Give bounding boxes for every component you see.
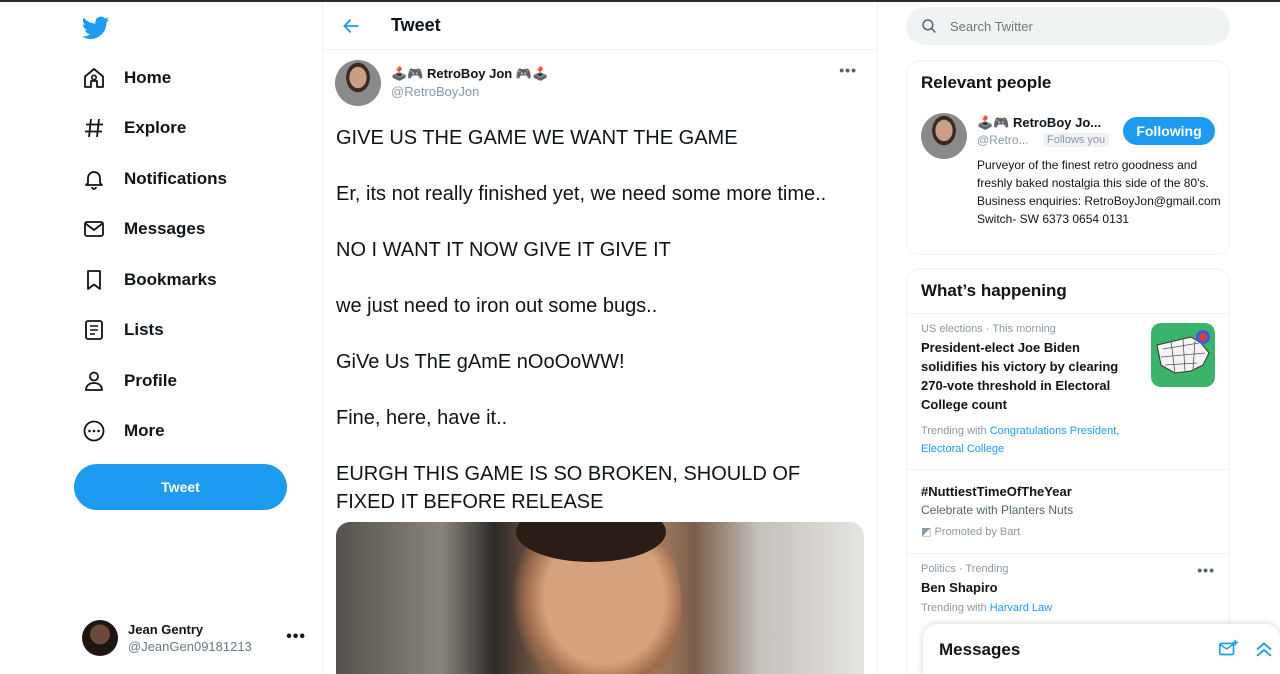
trend-title: Ben Shapiro bbox=[921, 580, 998, 595]
account-more-icon[interactable]: ••• bbox=[286, 628, 306, 646]
nav-more[interactable]: More bbox=[78, 409, 165, 453]
tweet-button[interactable]: Tweet bbox=[74, 464, 287, 510]
search-bar[interactable] bbox=[906, 7, 1230, 45]
account-switcher[interactable]: Jean Gentry @JeanGen09181213 ••• bbox=[82, 616, 312, 660]
messages-dock[interactable]: Messages bbox=[923, 624, 1280, 674]
nav-profile-label: Profile bbox=[124, 371, 177, 390]
trend-trending-with: Trending with Congratulations President,… bbox=[921, 422, 1151, 458]
follows-you-badge: Follows you bbox=[1043, 133, 1110, 147]
trend-title: President-elect Joe Biden solidifies his… bbox=[921, 340, 1119, 412]
home-icon bbox=[78, 62, 110, 94]
trend-item[interactable]: #NuttiestTimeOfTheYear Celebrate with Pl… bbox=[907, 469, 1229, 553]
author-name[interactable]: 🕹️🎮 RetroBoy Jon 🎮🕹️ bbox=[391, 65, 548, 83]
promoted-label: ◩ Promoted by Bart bbox=[921, 523, 1215, 541]
nav-bookmarks[interactable]: Bookmarks bbox=[78, 258, 217, 302]
tweet-detail-column: Tweet 🕹️🎮 RetroBoy Jon 🎮🕹️ @RetroBoyJon … bbox=[322, 2, 878, 674]
nav-home[interactable]: Home bbox=[78, 56, 171, 100]
messages-dock-title: Messages bbox=[939, 640, 1021, 659]
nav-notifications-label: Notifications bbox=[124, 169, 227, 188]
back-arrow-icon[interactable] bbox=[341, 16, 361, 36]
trending-links[interactable]: Harvard Law bbox=[990, 602, 1052, 614]
nav-bookmarks-label: Bookmarks bbox=[124, 270, 217, 289]
tweet-more-icon[interactable]: ••• bbox=[839, 62, 857, 78]
promoted-icon: ◩ bbox=[921, 526, 935, 538]
nav-profile[interactable]: Profile bbox=[78, 359, 177, 403]
nav-notifications[interactable]: Notifications bbox=[78, 157, 227, 201]
trend-more-icon[interactable]: ••• bbox=[1197, 562, 1215, 578]
author-handle[interactable]: @RetroBoyJon bbox=[391, 83, 548, 101]
relevant-person-bio: Purveyor of the finest retro goodness an… bbox=[977, 158, 1221, 226]
person-icon bbox=[78, 365, 110, 397]
trend-trending-with: Trending with Harvard Law bbox=[921, 599, 1215, 617]
left-navigation: Home Explore Notifications Messages Book… bbox=[0, 2, 322, 674]
new-message-icon[interactable] bbox=[1217, 638, 1239, 660]
relevant-person-name[interactable]: 🕹️🎮 RetroBoy Jo... bbox=[977, 115, 1101, 131]
hashtag-icon bbox=[78, 112, 110, 144]
tweet-line: GIVE US THE GAME WE WANT THE GAME bbox=[336, 127, 738, 149]
promoted-text: Promoted by Bart bbox=[934, 526, 1021, 538]
avatar bbox=[82, 620, 118, 656]
relevant-people-card: Relevant people 🕹️🎮 RetroBoy Jo... @Retr… bbox=[906, 60, 1230, 255]
tweet-line: NO I WANT IT NOW GIVE IT GIVE IT bbox=[336, 239, 671, 261]
search-icon bbox=[920, 17, 938, 35]
nav-home-label: Home bbox=[124, 68, 172, 87]
trending-prefix: Trending with bbox=[921, 425, 990, 437]
relevant-person-avatar[interactable] bbox=[921, 113, 967, 159]
tweet-text: GIVE US THE GAME WE WANT THE GAME Er, it… bbox=[336, 124, 856, 544]
nav-lists[interactable]: Lists bbox=[78, 308, 164, 352]
twitter-bird-logo-icon[interactable] bbox=[81, 14, 110, 42]
list-icon bbox=[78, 314, 110, 346]
account-name: Jean Gentry bbox=[128, 622, 204, 637]
more-circle-icon bbox=[78, 415, 110, 447]
tweet-line: GiVe Us ThE gAmE nOoOoWW! bbox=[336, 351, 625, 373]
trend-thumbnail-map bbox=[1151, 323, 1215, 387]
trend-item[interactable]: Politics · Trending Ben Shapiro Trending… bbox=[907, 553, 1229, 633]
relevant-people-title: Relevant people bbox=[921, 73, 1052, 92]
nav-explore[interactable]: Explore bbox=[78, 106, 186, 150]
whats-happening-title: What’s happening bbox=[921, 281, 1067, 300]
tweet-media-image[interactable] bbox=[336, 522, 864, 674]
whats-happening-card: What’s happening US elections · This mor… bbox=[906, 268, 1230, 674]
trend-meta: Politics · Trending bbox=[921, 563, 1009, 575]
relevant-person-handle[interactable]: @Retro... bbox=[977, 133, 1029, 147]
chevron-up-icon[interactable] bbox=[1253, 638, 1275, 660]
following-button[interactable]: Following bbox=[1123, 117, 1215, 145]
bookmark-icon bbox=[78, 264, 110, 296]
column-header: Tweet bbox=[323, 2, 877, 50]
trend-item[interactable]: US elections · This morning President-el… bbox=[907, 313, 1229, 469]
trend-subtitle: Celebrate with Planters Nuts bbox=[921, 503, 1074, 517]
page-title: Tweet bbox=[391, 15, 441, 35]
nav-explore-label: Explore bbox=[124, 118, 187, 137]
nav-messages-label: Messages bbox=[124, 219, 206, 238]
tweet-line: we just need to iron out some bugs.. bbox=[336, 295, 658, 317]
tweet-line: EURGH THIS GAME IS SO BROKEN, SHOULD OF … bbox=[336, 463, 801, 513]
nav-more-label: More bbox=[124, 421, 165, 440]
account-handle: @JeanGen09181213 bbox=[128, 639, 252, 654]
tweet-line: Fine, here, have it.. bbox=[336, 407, 508, 429]
trending-prefix: Trending with bbox=[921, 602, 990, 614]
tweet-author: 🕹️🎮 RetroBoy Jon 🎮🕹️ @RetroBoyJon ••• bbox=[335, 60, 865, 106]
author-avatar[interactable] bbox=[335, 60, 381, 106]
nav-messages[interactable]: Messages bbox=[78, 207, 205, 251]
trend-title: #NuttiestTimeOfTheYear bbox=[921, 484, 1072, 499]
search-input[interactable] bbox=[950, 18, 1210, 34]
bell-icon bbox=[78, 163, 110, 195]
nav-lists-label: Lists bbox=[124, 320, 164, 339]
envelope-icon bbox=[78, 213, 110, 245]
tweet-line: Er, its not really finished yet, we need… bbox=[336, 183, 827, 205]
